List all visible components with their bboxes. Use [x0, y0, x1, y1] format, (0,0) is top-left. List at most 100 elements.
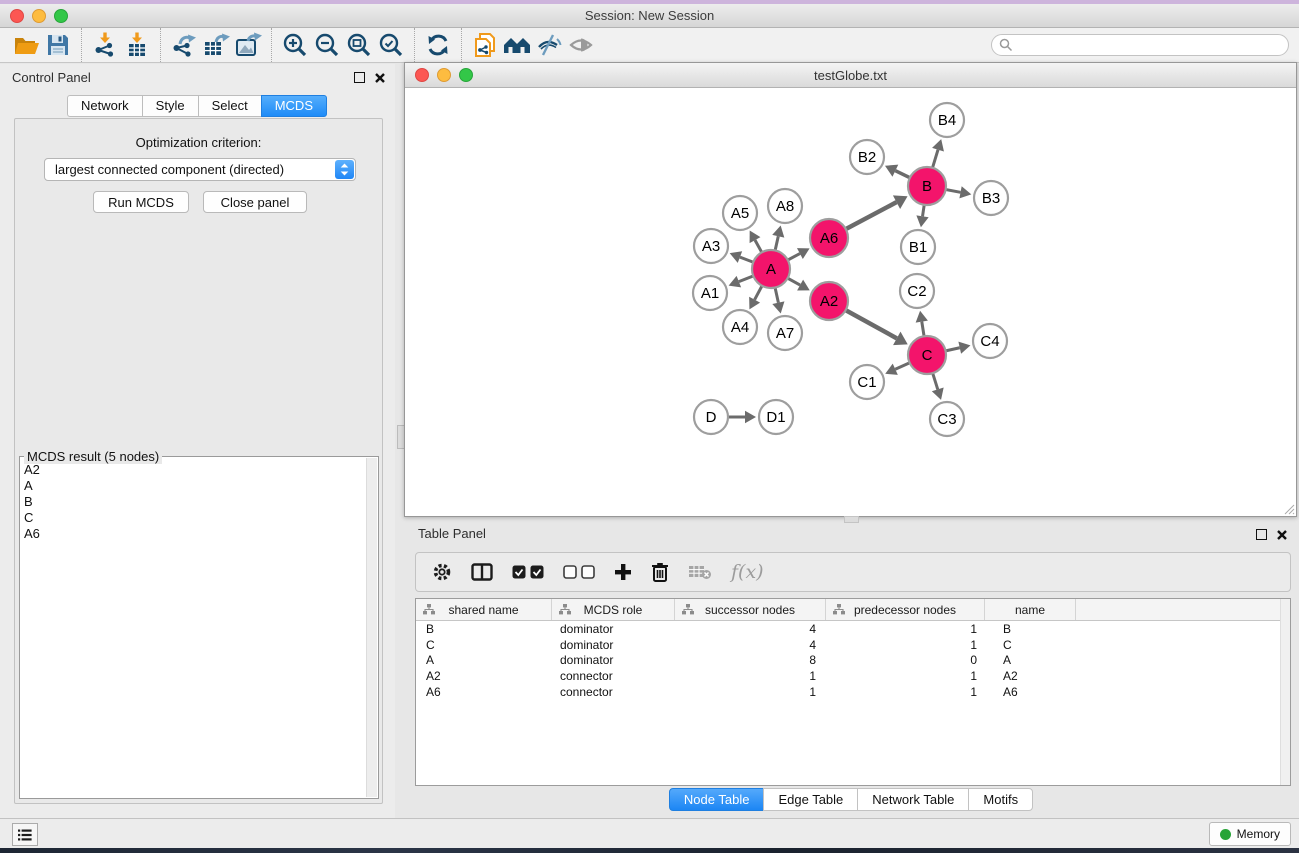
toolbar-separator [461, 28, 462, 62]
column-header-shared-name[interactable]: shared name [416, 599, 552, 620]
zoom-fit-icon[interactable] [343, 30, 375, 60]
float-panel-icon[interactable] [1256, 529, 1267, 540]
search-icon [999, 38, 1013, 52]
table-cell: A [416, 653, 552, 667]
table-scrollbar[interactable] [1280, 599, 1290, 785]
memory-status-icon [1220, 829, 1231, 840]
table-options-icon[interactable] [432, 562, 452, 582]
column-header-predecessor-nodes[interactable]: predecessor nodes [826, 599, 985, 620]
search-input[interactable] [1016, 36, 1280, 54]
table-cell: 4 [675, 622, 826, 636]
run-mcds-button[interactable]: Run MCDS [93, 191, 189, 213]
table-cell: dominator [552, 653, 675, 667]
criterion-dropdown-value: largest connected component (directed) [55, 162, 284, 177]
edge-arrowhead-icon [958, 342, 970, 354]
clone-network-icon[interactable] [469, 30, 501, 60]
table-cell: 1 [826, 622, 985, 636]
toolbar-separator [81, 28, 82, 62]
export-image-icon[interactable] [232, 30, 264, 60]
close-panel-button[interactable]: Close panel [203, 191, 307, 213]
first-neighbors-icon[interactable] [501, 30, 533, 60]
hide-selected-icon[interactable] [533, 30, 565, 60]
control-panel-tabs: NetworkStyleSelectMCDS [0, 95, 395, 117]
table-cell: dominator [552, 638, 675, 652]
unselect-all-columns-icon[interactable] [563, 565, 595, 579]
resize-grip-icon[interactable] [1283, 503, 1295, 515]
zoom-selected-icon[interactable] [375, 30, 407, 60]
node-label-A4: A4 [731, 319, 749, 336]
network-window-title: testGlobe.txt [405, 68, 1296, 83]
table-cell: 0 [826, 653, 985, 667]
result-item[interactable]: A6 [24, 526, 364, 542]
result-scrollbar[interactable] [366, 458, 377, 797]
edge-arrowhead-icon [959, 186, 971, 198]
export-network-icon[interactable] [168, 30, 200, 60]
tab-network[interactable]: Network [67, 95, 143, 117]
tab-node-table[interactable]: Node Table [669, 788, 765, 811]
select-all-columns-icon[interactable] [512, 565, 544, 579]
show-columns-icon[interactable] [471, 563, 493, 581]
import-table-icon[interactable] [121, 30, 153, 60]
table-row[interactable]: Bdominator41B [416, 621, 1290, 637]
node-label-B4: B4 [938, 112, 956, 129]
node-label-A1: A1 [701, 285, 719, 302]
tab-motifs[interactable]: Motifs [968, 788, 1033, 811]
column-header-label: predecessor nodes [854, 603, 956, 617]
mcds-result-box: MCDS result (5 nodes) A2ABCA6 [19, 456, 379, 799]
function-builder-icon[interactable]: f(x) [731, 561, 764, 583]
node-table: shared name MCDS role successor nodes prede… [415, 598, 1291, 786]
show-all-icon[interactable] [565, 30, 597, 60]
open-session-icon[interactable] [10, 30, 42, 60]
column-header-label: successor nodes [705, 603, 795, 617]
import-network-icon[interactable] [89, 30, 121, 60]
table-row[interactable]: Cdominator41C [416, 637, 1290, 653]
network-canvas[interactable]: B4B2BB3A5A8A6B1A3AC2A1A2A4A7C4CC1DD1C3 [405, 88, 1296, 516]
table-row[interactable]: A6connector11A6 [416, 684, 1290, 700]
column-type-icon [682, 604, 694, 615]
table-row[interactable]: Adominator80A [416, 652, 1290, 668]
table-cell: 1 [826, 638, 985, 652]
save-session-icon[interactable] [42, 30, 74, 60]
result-item[interactable]: B [24, 494, 364, 510]
add-column-icon[interactable] [614, 563, 632, 581]
edge-arrowhead-icon [772, 226, 784, 238]
column-header-label: shared name [448, 603, 518, 617]
result-item[interactable]: A [24, 478, 364, 494]
column-type-icon [423, 604, 435, 615]
column-header-name[interactable]: name [985, 599, 1076, 620]
table-cell: B [985, 622, 1076, 636]
table-cell: 1 [826, 669, 985, 683]
tab-style[interactable]: Style [142, 95, 199, 117]
float-panel-icon[interactable] [354, 72, 365, 83]
memory-label: Memory [1237, 827, 1280, 841]
column-header-successor-nodes[interactable]: successor nodes [675, 599, 826, 620]
tab-network-table[interactable]: Network Table [857, 788, 969, 811]
table-tabs: Node TableEdge TableNetwork TableMotifs [404, 788, 1299, 811]
edge-arrowhead-icon [932, 388, 944, 400]
memory-button[interactable]: Memory [1209, 822, 1291, 846]
result-item[interactable]: C [24, 510, 364, 526]
close-panel-icon[interactable] [375, 73, 385, 83]
node-label-B: B [922, 178, 932, 195]
app-titlebar: Session: New Session [0, 4, 1299, 28]
tab-edge-table[interactable]: Edge Table [763, 788, 858, 811]
zoom-in-icon[interactable] [279, 30, 311, 60]
result-item[interactable]: A2 [24, 462, 364, 478]
node-label-D1: D1 [766, 409, 785, 426]
zoom-out-icon[interactable] [311, 30, 343, 60]
criterion-dropdown[interactable]: largest connected component (directed) [44, 158, 356, 181]
column-header-MCDS-role[interactable]: MCDS role [552, 599, 675, 620]
apply-layout-icon[interactable] [422, 30, 454, 60]
delete-column-icon[interactable] [651, 562, 669, 582]
table-row[interactable]: A2connector11A2 [416, 668, 1290, 684]
table-cell: A2 [985, 669, 1076, 683]
task-history-button[interactable] [12, 823, 38, 846]
delete-table-icon[interactable] [688, 564, 712, 580]
tab-mcds[interactable]: MCDS [261, 95, 327, 117]
column-header-label: MCDS role [584, 603, 643, 617]
export-table-icon[interactable] [200, 30, 232, 60]
desktop-edge [0, 848, 1299, 853]
tab-select[interactable]: Select [198, 95, 262, 117]
close-panel-icon[interactable] [1277, 530, 1287, 540]
table-cell: 8 [675, 653, 826, 667]
